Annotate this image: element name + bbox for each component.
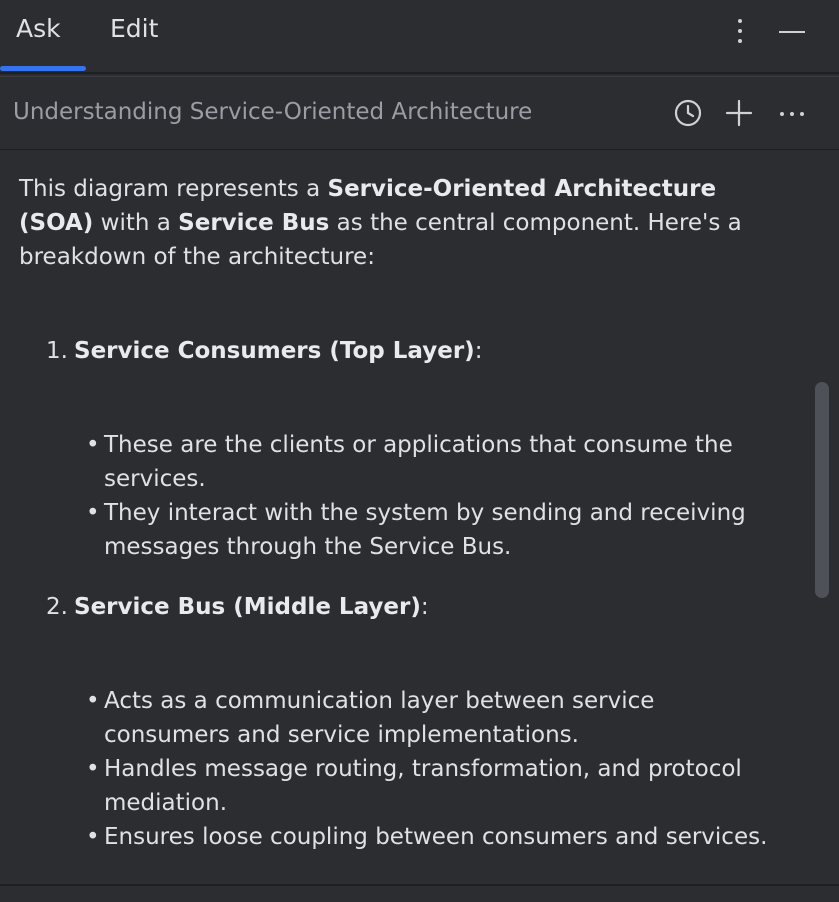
bullet-dot: •	[86, 824, 100, 850]
more-vertical-icon[interactable]	[728, 16, 752, 46]
history-icon[interactable]	[672, 97, 704, 129]
tab-ask[interactable]: Ask	[16, 14, 61, 43]
bullet-text: These are the clients or applications th…	[104, 432, 733, 492]
bullet-dot: •	[86, 756, 100, 782]
section-title: Service Consumers (Top Layer)	[74, 338, 475, 364]
active-tab-indicator	[0, 66, 86, 71]
section-title: Service Bus (Middle Layer)	[74, 594, 421, 620]
bullet-dot: •	[86, 500, 100, 526]
tab-edit[interactable]: Edit	[110, 14, 158, 43]
vertical-scrollbar[interactable]	[815, 382, 829, 598]
bullet-dot: •	[86, 688, 100, 714]
bullet-text: Acts as a communication layer between se…	[104, 688, 655, 748]
intro-text-2: with a	[93, 210, 179, 236]
list-number: 1.	[46, 338, 68, 364]
intro-paragraph: This diagram represents a Service-Orient…	[19, 172, 779, 274]
conversation-title: Understanding Service-Oriented Architect…	[13, 99, 533, 125]
bullet-text: Ensures loose coupling between consumers…	[104, 824, 768, 850]
intro-text-1: This diagram represents a	[19, 176, 328, 202]
minimize-icon[interactable]	[776, 22, 808, 42]
section-suffix: :	[420, 594, 429, 620]
list-item-title: Service Bus (Middle Layer):	[74, 590, 429, 624]
list-item-title: Service Consumers (Top Layer):	[74, 334, 482, 368]
bottom-edge	[0, 884, 839, 902]
tab-bar: Ask Edit	[0, 0, 839, 74]
bullet-dot: •	[86, 432, 100, 458]
intro-bold-service-bus: Service Bus	[178, 210, 330, 236]
add-icon[interactable]	[723, 97, 755, 129]
bullet-text: Handles message routing, transformation,…	[104, 756, 742, 816]
list-number: 2.	[46, 594, 68, 620]
chat-header: Understanding Service-Oriented Architect…	[0, 76, 839, 151]
chat-response: This diagram represents a Service-Orient…	[0, 150, 839, 884]
section-suffix: :	[474, 338, 483, 364]
bullet-text: They interact with the system by sending…	[104, 500, 746, 560]
more-horizontal-icon[interactable]	[776, 97, 808, 129]
